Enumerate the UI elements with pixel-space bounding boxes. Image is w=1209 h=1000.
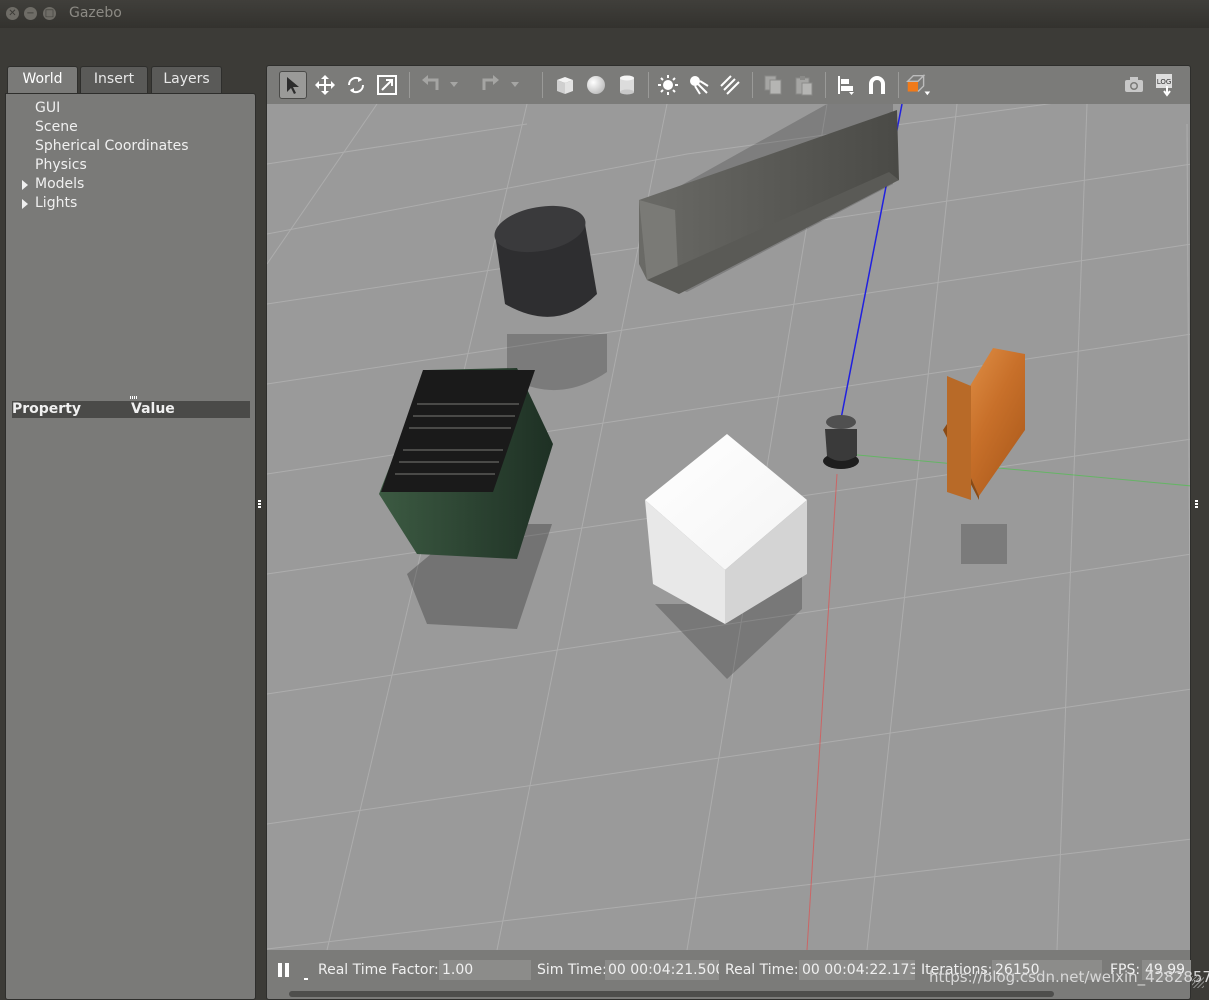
value-column-header: Value [131, 401, 175, 417]
real-time-value: 00 00:04:22.173 [799, 960, 915, 980]
pause-icon[interactable] [285, 963, 289, 977]
cylinder-icon[interactable] [613, 71, 641, 99]
select-arrow-icon[interactable] [279, 71, 307, 99]
horizontal-scrollbar[interactable] [289, 991, 1054, 997]
box-icon[interactable] [551, 71, 579, 99]
pause-icon[interactable] [278, 963, 282, 977]
translate-icon[interactable] [311, 71, 339, 99]
tree-item-spherical-coordinates[interactable]: Spherical Coordinates [35, 138, 189, 154]
main-toolbar: LOG [266, 65, 1191, 104]
real-time-factor-value: 1.00 [439, 960, 531, 980]
directional-light-icon[interactable] [716, 71, 744, 99]
undo-icon[interactable] [416, 71, 444, 99]
sphere-icon[interactable] [582, 71, 610, 99]
log-icon[interactable]: LOG [1151, 71, 1179, 99]
tree-item-gui[interactable]: GUI [35, 100, 60, 116]
log-icon-label: LOG [1157, 78, 1172, 86]
world-panel: GUI Scene Spherical Coordinates Physics … [5, 93, 256, 1000]
resize-grip-icon[interactable] [1192, 976, 1204, 988]
main-window: World Insert Layers GUI Scene Spherical … [0, 28, 1209, 1000]
minimize-icon[interactable]: − [24, 7, 37, 20]
screenshot-icon[interactable] [1120, 71, 1148, 99]
property-table-header: Property Value [12, 401, 250, 418]
scene-3d-viewport[interactable] [266, 104, 1191, 950]
step-icon[interactable] [304, 978, 308, 980]
redo-dropdown-icon[interactable] [508, 71, 522, 99]
redo-icon[interactable] [477, 71, 505, 99]
sim-time-value: 00 00:04:21.500 [605, 960, 719, 980]
splitter-handle[interactable] [130, 396, 137, 399]
sim-time-label: Sim Time: [537, 962, 607, 978]
left-splitter-handle[interactable] [258, 500, 261, 509]
window-title: Gazebo [69, 5, 122, 21]
scale-icon[interactable] [373, 71, 401, 99]
right-splitter-handle[interactable] [1195, 500, 1198, 509]
tab-layers-label: Layers [163, 71, 210, 87]
expand-arrow-icon[interactable] [22, 180, 28, 190]
undo-dropdown-icon[interactable] [447, 71, 461, 99]
expand-arrow-icon[interactable] [22, 199, 28, 209]
tab-insert-label: Insert [93, 71, 135, 87]
tab-world[interactable]: World [7, 66, 78, 94]
point-light-icon[interactable] [654, 71, 682, 99]
tab-world-label: World [22, 71, 63, 87]
tree-item-models[interactable]: Models [35, 176, 84, 192]
spot-light-icon[interactable] [685, 71, 713, 99]
rotate-icon[interactable] [342, 71, 370, 99]
scene-render [267, 104, 1190, 950]
close-icon[interactable]: ✕ [6, 7, 19, 20]
tab-layers[interactable]: Layers [151, 66, 222, 93]
property-column-header: Property [12, 401, 82, 417]
view-angle-icon[interactable] [904, 71, 932, 99]
real-time-factor-label: Real Time Factor: [318, 962, 439, 978]
real-time-label: Real Time: [725, 962, 799, 978]
tab-insert[interactable]: Insert [80, 66, 148, 93]
paste-icon[interactable] [790, 71, 818, 99]
tree-item-physics[interactable]: Physics [35, 157, 87, 173]
snap-icon[interactable] [863, 71, 891, 99]
copy-icon[interactable] [759, 71, 787, 99]
tree-item-scene[interactable]: Scene [35, 119, 78, 135]
watermark-url: https://blog.csdn.net/weixin_42828571 [929, 968, 1209, 986]
window-titlebar: ✕ − □ Gazebo [0, 0, 1209, 28]
align-icon[interactable] [832, 71, 860, 99]
maximize-icon[interactable]: □ [43, 7, 56, 20]
tree-item-lights[interactable]: Lights [35, 195, 77, 211]
